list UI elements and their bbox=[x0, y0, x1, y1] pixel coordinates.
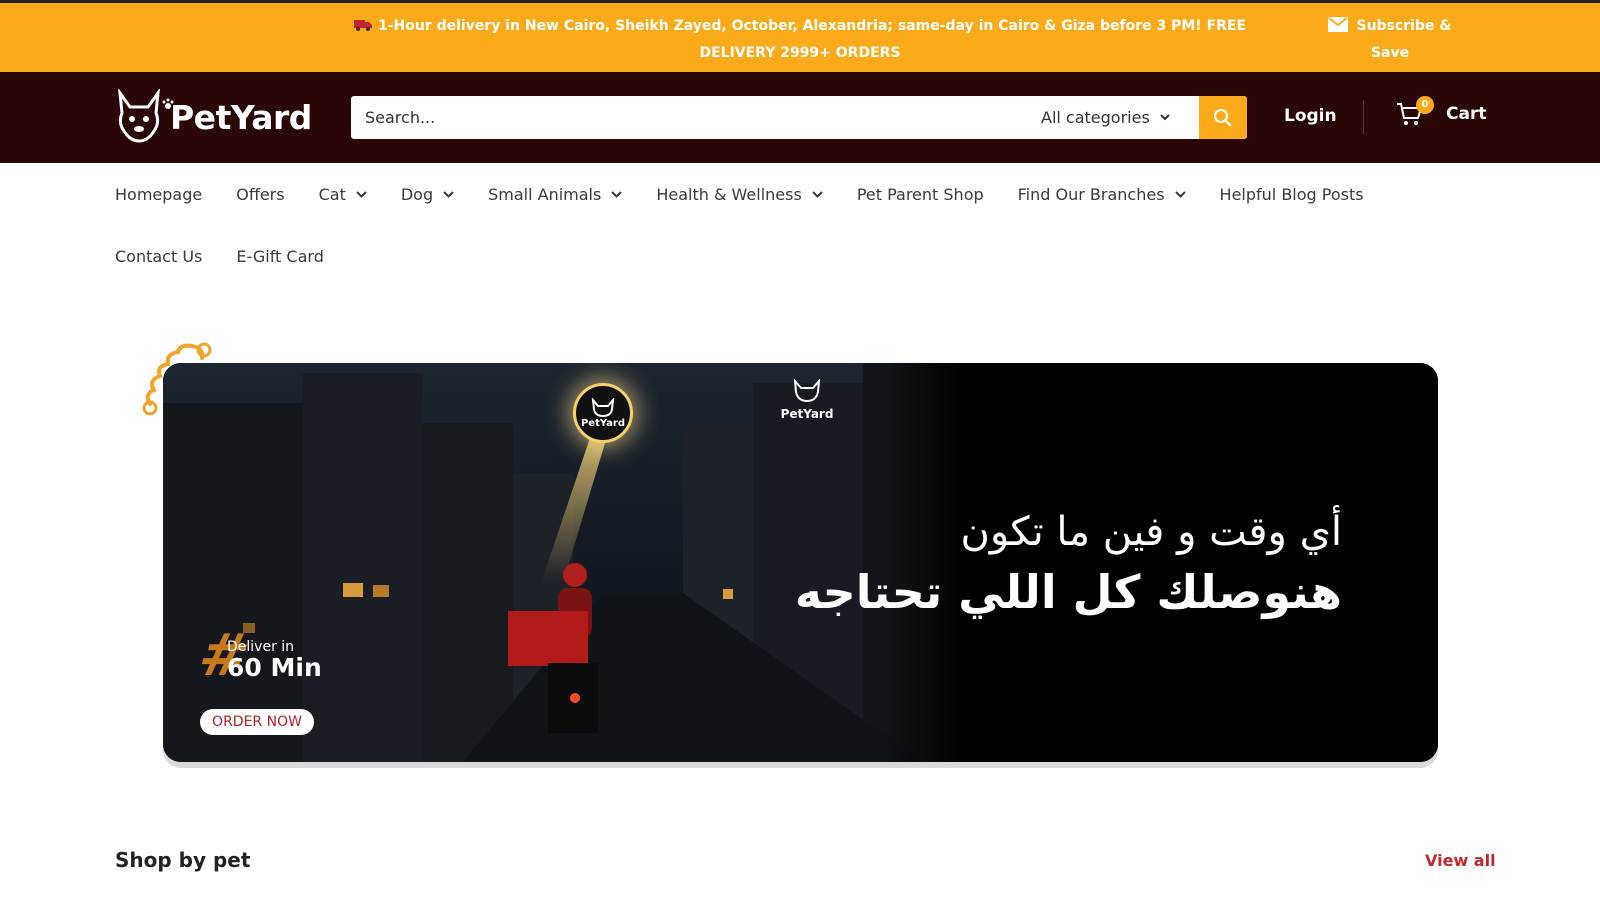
main-nav: Homepage Offers Cat Dog Small Animals He… bbox=[115, 180, 1515, 304]
section-title: Shop by pet bbox=[115, 848, 251, 872]
nav-item-homepage[interactable]: Homepage bbox=[115, 185, 202, 204]
nav-item-label: Find Our Branches bbox=[1017, 184, 1165, 204]
nav-item-label: Offers bbox=[236, 184, 285, 204]
view-all-link[interactable]: View all bbox=[1425, 851, 1496, 870]
chevron-down-icon bbox=[443, 190, 454, 198]
dog-logo-icon bbox=[793, 377, 821, 403]
announcement-text: 1-Hour delivery in New Cairo, Sheikh Zay… bbox=[377, 18, 1247, 61]
order-now-button[interactable]: ORDER NOW bbox=[200, 709, 314, 735]
truck-icon bbox=[353, 20, 372, 31]
category-select[interactable]: All categories bbox=[1029, 96, 1199, 139]
cart-label: Cart bbox=[1446, 104, 1487, 124]
login-link[interactable]: Login bbox=[1284, 106, 1337, 126]
nav-item-offers[interactable]: Offers bbox=[236, 185, 284, 204]
chevron-down-icon bbox=[356, 190, 367, 198]
cart-icon-wrap: 0 bbox=[1396, 96, 1434, 128]
mail-icon bbox=[1328, 17, 1349, 32]
chevron-down-icon bbox=[611, 190, 623, 198]
category-select-label: All categories bbox=[1041, 108, 1150, 127]
chevron-down-icon bbox=[1160, 114, 1170, 121]
announcement-text-wrap: 1-Hour delivery in New Cairo, Sheikh Zay… bbox=[320, 13, 1280, 67]
subscribe-link[interactable]: Subscribe & Save bbox=[1325, 13, 1455, 67]
search-button[interactable] bbox=[1199, 96, 1247, 139]
nav-item-label: Contact Us bbox=[115, 246, 203, 266]
moon-logo: PetYard bbox=[573, 383, 633, 443]
banner-headline-line-2: هنوصلك كل اللي تحتاجه bbox=[794, 565, 1342, 619]
paw-icon bbox=[162, 98, 174, 109]
nav-item-label: Cat bbox=[318, 184, 346, 204]
chevron-down-icon bbox=[1174, 190, 1186, 198]
header-divider bbox=[1363, 100, 1364, 134]
dog-logo-icon bbox=[118, 89, 160, 143]
search-bar: All categories bbox=[351, 96, 1247, 139]
hero-banner-wrap: PetYard PetYard أي وقت و فين ما تكون هنو… bbox=[140, 340, 1440, 770]
nav-item-cat[interactable]: Cat bbox=[319, 185, 367, 204]
nav-item-health-wellness[interactable]: Health & Wellness bbox=[656, 184, 823, 204]
nav-item-label: Small Animals bbox=[488, 184, 602, 204]
nav-item-pet-parent-shop[interactable]: Pet Parent Shop bbox=[857, 185, 984, 204]
logo-text: PetYard bbox=[162, 97, 312, 137]
search-icon bbox=[1214, 108, 1232, 127]
hero-banner[interactable]: PetYard PetYard أي وقت و فين ما تكون هنو… bbox=[163, 363, 1438, 762]
nav-item-label: Dog bbox=[400, 184, 434, 204]
nav-item-label: E-Gift Card bbox=[236, 246, 324, 266]
nav-row: Contact Us E-Gift Card bbox=[115, 242, 1515, 270]
nav-item-label: Health & Wellness bbox=[656, 184, 802, 204]
subscribe-label[interactable]: Subscribe & Save bbox=[1356, 18, 1451, 61]
nav-item-gift-card[interactable]: E-Gift Card bbox=[236, 247, 323, 266]
chevron-down-icon bbox=[812, 190, 823, 198]
nav-item-dog[interactable]: Dog bbox=[401, 185, 454, 204]
nav-item-label: Homepage bbox=[115, 184, 203, 204]
search-input[interactable] bbox=[351, 96, 1029, 139]
nav-row: Homepage Offers Cat Dog Small Animals He… bbox=[115, 180, 1515, 208]
banner-corner-logo: PetYard bbox=[777, 377, 837, 421]
dog-logo-icon bbox=[591, 397, 615, 417]
logo-wordmark: PetYard bbox=[170, 97, 312, 137]
nav-item-small-animals[interactable]: Small Animals bbox=[488, 184, 623, 204]
cart-button[interactable]: 0 Cart bbox=[1396, 96, 1487, 128]
corner-logo-text: PetYard bbox=[780, 407, 834, 421]
announcement-bar: 1-Hour delivery in New Cairo, Sheikh Zay… bbox=[0, 0, 1600, 72]
nav-item-label: Helpful Blog Posts bbox=[1219, 184, 1364, 204]
site-header: PetYard All categories Login 0 Cart bbox=[0, 72, 1600, 163]
cart-count-badge: 0 bbox=[1416, 96, 1434, 114]
banner-headline-line-1: أي وقت و فين ما تكون bbox=[960, 509, 1342, 555]
nav-item-label: Pet Parent Shop bbox=[856, 184, 984, 204]
nav-item-find-branches[interactable]: Find Our Branches bbox=[1018, 185, 1186, 204]
city-night-illustration bbox=[163, 363, 1438, 762]
moon-logo-text: PetYard bbox=[580, 417, 626, 429]
site-logo[interactable]: PetYard bbox=[114, 88, 314, 146]
doodle-decoration-icon bbox=[142, 342, 212, 416]
nav-item-blog-posts[interactable]: Helpful Blog Posts bbox=[1220, 185, 1364, 204]
delivery-time: 60 Min bbox=[227, 653, 322, 682]
nav-item-contact[interactable]: Contact Us bbox=[115, 247, 202, 266]
